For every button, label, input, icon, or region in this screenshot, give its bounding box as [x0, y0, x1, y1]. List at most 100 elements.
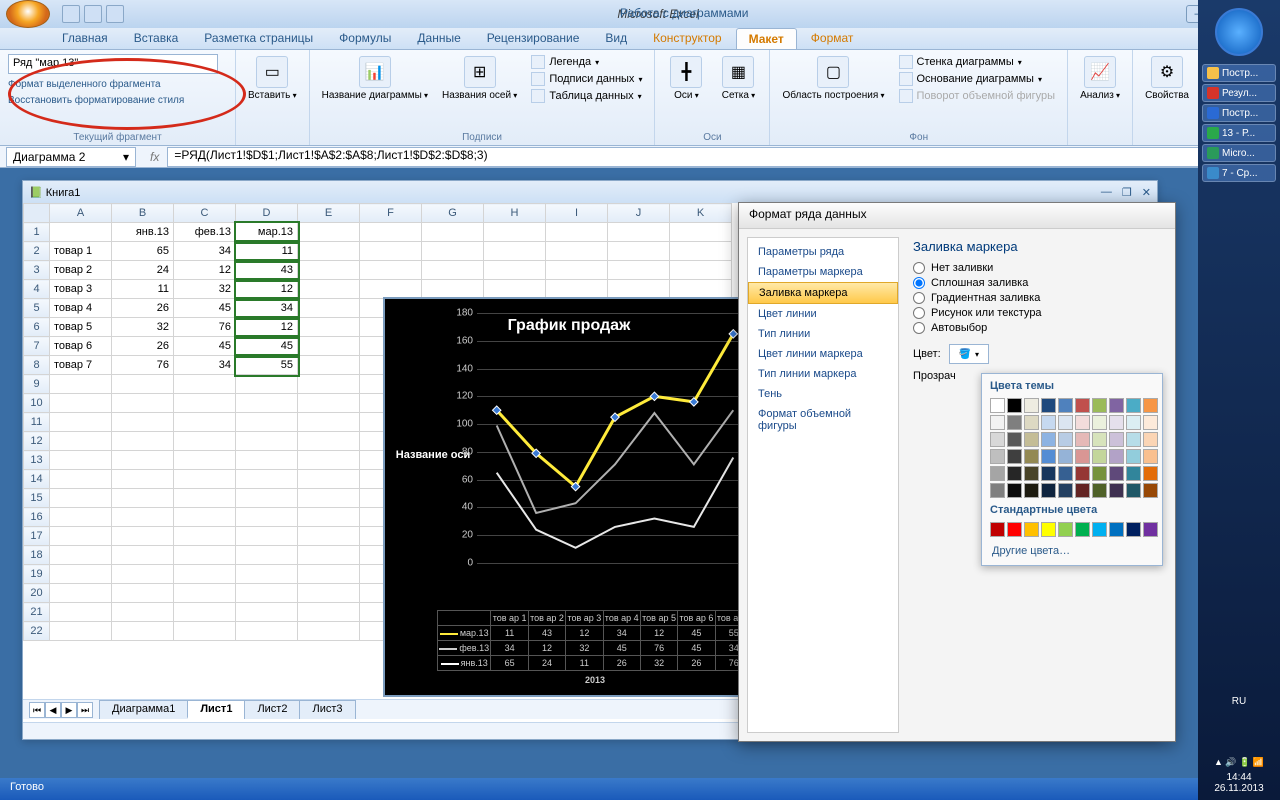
cell[interactable]	[298, 280, 360, 299]
dialog-nav-item[interactable]: Тип линии	[748, 324, 898, 344]
cell[interactable]: янв.13	[112, 223, 174, 242]
cell[interactable]	[112, 375, 174, 394]
row-header[interactable]: 14	[24, 470, 50, 489]
color-swatch[interactable]	[1007, 483, 1022, 498]
color-swatch[interactable]	[1109, 398, 1124, 413]
cell[interactable]	[298, 622, 360, 641]
sheet-tab[interactable]: Лист3	[299, 700, 355, 719]
cell[interactable]	[174, 451, 236, 470]
color-swatch[interactable]	[1143, 398, 1158, 413]
cell[interactable]	[112, 413, 174, 432]
color-swatch[interactable]	[1024, 432, 1039, 447]
cell[interactable]	[50, 394, 112, 413]
cell[interactable]	[360, 280, 422, 299]
cell[interactable]	[236, 565, 298, 584]
row-header[interactable]: 22	[24, 622, 50, 641]
color-swatch[interactable]	[1092, 415, 1107, 430]
tab-format[interactable]: Формат	[799, 28, 866, 49]
row-header[interactable]: 3	[24, 261, 50, 280]
cell[interactable]	[298, 299, 360, 318]
color-swatch[interactable]	[1075, 415, 1090, 430]
color-swatch[interactable]	[1024, 466, 1039, 481]
cell[interactable]	[174, 584, 236, 603]
row-header[interactable]: 7	[24, 337, 50, 356]
color-swatch[interactable]	[1075, 483, 1090, 498]
cell[interactable]	[112, 546, 174, 565]
row-header[interactable]: 17	[24, 527, 50, 546]
cell[interactable]	[298, 603, 360, 622]
cell[interactable]: товар 1	[50, 242, 112, 261]
color-swatch[interactable]	[1109, 466, 1124, 481]
legend-button[interactable]: Легенда	[527, 54, 646, 70]
color-swatch[interactable]	[1058, 415, 1073, 430]
color-swatch[interactable]	[1007, 449, 1022, 464]
fill-radio-option[interactable]: Рисунок или текстура	[913, 307, 1161, 319]
cell[interactable]	[298, 565, 360, 584]
dialog-nav-item[interactable]: Заливка маркера	[748, 282, 898, 304]
color-swatch[interactable]	[1143, 415, 1158, 430]
cell[interactable]: фев.13	[174, 223, 236, 242]
data-table-button[interactable]: Таблица данных	[527, 88, 646, 104]
cell[interactable]	[422, 242, 484, 261]
cell[interactable]: мар.13	[236, 223, 298, 242]
cell[interactable]	[112, 603, 174, 622]
cell[interactable]	[50, 508, 112, 527]
color-swatch[interactable]	[1092, 449, 1107, 464]
cell[interactable]	[112, 622, 174, 641]
cell[interactable]: товар 4	[50, 299, 112, 318]
cell[interactable]: 12	[236, 318, 298, 337]
cell[interactable]: 32	[174, 280, 236, 299]
cell[interactable]	[484, 223, 546, 242]
cell[interactable]	[360, 261, 422, 280]
color-swatch[interactable]	[1041, 449, 1056, 464]
cell[interactable]	[298, 546, 360, 565]
tab-layout[interactable]: Макет	[736, 28, 797, 49]
cell[interactable]	[670, 261, 732, 280]
cell[interactable]	[112, 565, 174, 584]
cell[interactable]	[546, 223, 608, 242]
cell[interactable]: 45	[174, 337, 236, 356]
col-header[interactable]: H	[484, 204, 546, 223]
cell[interactable]	[298, 261, 360, 280]
row-header[interactable]: 6	[24, 318, 50, 337]
col-header[interactable]: A	[50, 204, 112, 223]
color-swatch[interactable]	[1092, 398, 1107, 413]
row-header[interactable]: 13	[24, 451, 50, 470]
fill-radio-option[interactable]: Сплошная заливка	[913, 277, 1161, 289]
color-swatch[interactable]	[1126, 449, 1141, 464]
cell[interactable]	[298, 375, 360, 394]
row-header[interactable]: 9	[24, 375, 50, 394]
tab-nav-first[interactable]: ⏮	[29, 702, 45, 718]
cell[interactable]	[298, 356, 360, 375]
color-swatch[interactable]	[1007, 466, 1022, 481]
color-swatch[interactable]	[1143, 522, 1158, 537]
format-selection-button[interactable]: Формат выделенного фрагмента	[8, 78, 227, 92]
cell[interactable]	[236, 508, 298, 527]
chart-wall-button[interactable]: Стенка диаграммы	[895, 54, 1060, 70]
tab-data[interactable]: Данные	[405, 28, 472, 49]
color-swatch[interactable]	[1007, 398, 1022, 413]
dialog-nav-item[interactable]: Тип линии маркера	[748, 364, 898, 384]
chart-floor-button[interactable]: Основание диаграммы	[895, 71, 1060, 87]
cell[interactable]	[112, 527, 174, 546]
row-header[interactable]: 2	[24, 242, 50, 261]
cell[interactable]	[236, 451, 298, 470]
cell[interactable]	[50, 413, 112, 432]
color-swatch[interactable]	[1126, 466, 1141, 481]
fill-radio-option[interactable]: Нет заливки	[913, 262, 1161, 274]
cell[interactable]	[50, 546, 112, 565]
cell[interactable]: 12	[236, 280, 298, 299]
color-swatch[interactable]	[1024, 522, 1039, 537]
cell[interactable]	[174, 413, 236, 432]
color-swatch[interactable]	[1109, 415, 1124, 430]
cell[interactable]	[236, 527, 298, 546]
cell[interactable]: 26	[112, 337, 174, 356]
row-header[interactable]: 18	[24, 546, 50, 565]
cell[interactable]	[112, 584, 174, 603]
tab-insert[interactable]: Вставка	[122, 28, 191, 49]
color-swatch[interactable]	[1092, 522, 1107, 537]
cell[interactable]	[50, 451, 112, 470]
color-swatch[interactable]	[1075, 522, 1090, 537]
cell[interactable]: 55	[236, 356, 298, 375]
taskbar-item[interactable]: Резул...	[1202, 84, 1276, 102]
